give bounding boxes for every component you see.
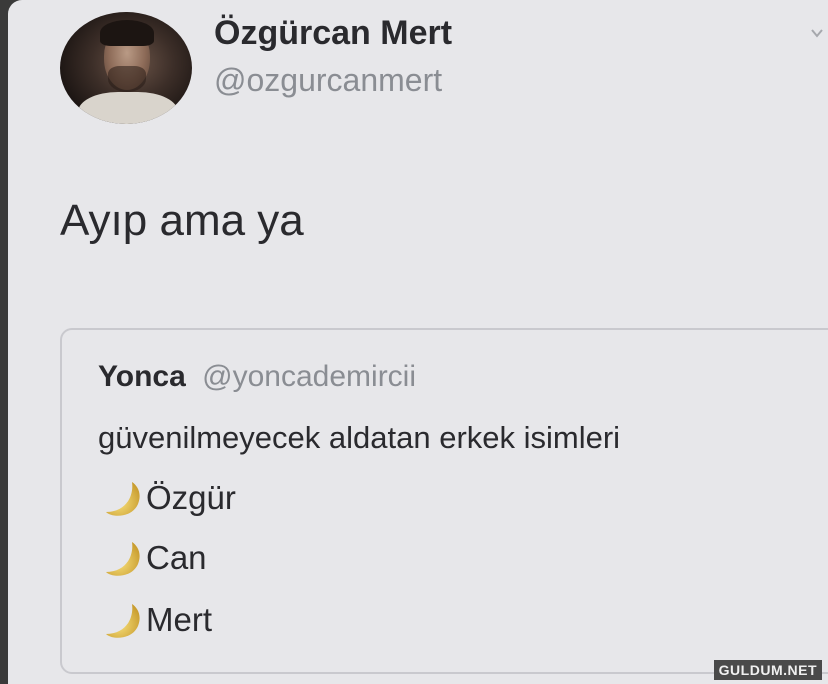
crescent-moon-icon: [106, 482, 140, 516]
avatar[interactable]: [60, 12, 192, 124]
crescent-moon-icon: [106, 542, 140, 576]
author-handle[interactable]: @ozgurcanmert: [214, 62, 442, 99]
list-item-label: Özgür: [146, 479, 236, 516]
quoted-tweet-text: güvenilmeyecek aldatan erkek isimleri: [98, 420, 621, 455]
quoted-author-display-name: Yonca: [98, 360, 186, 393]
tweet-card: Özgürcan Mert @ozgurcanmert Ayıp ama ya …: [8, 0, 828, 684]
chevron-down-icon[interactable]: [810, 26, 824, 40]
quoted-tweet[interactable]: Yonca @yoncademircii güvenilmeyecek alda…: [60, 328, 828, 674]
list-item: Can: [98, 538, 207, 578]
quoted-author-handle: @yoncademircii: [202, 360, 417, 393]
quoted-tweet-header: Yonca @yoncademircii: [98, 360, 416, 394]
site-watermark: GULDUM.NET: [713, 660, 822, 680]
tweet-text: Ayıp ama ya: [60, 196, 304, 245]
list-item: Özgür: [98, 478, 236, 518]
list-item-label: Can: [146, 539, 207, 576]
list-item: Mert: [98, 600, 212, 640]
list-item-label: Mert: [146, 601, 212, 638]
crescent-moon-icon: [106, 604, 140, 638]
author-display-name[interactable]: Özgürcan Mert: [214, 14, 452, 53]
